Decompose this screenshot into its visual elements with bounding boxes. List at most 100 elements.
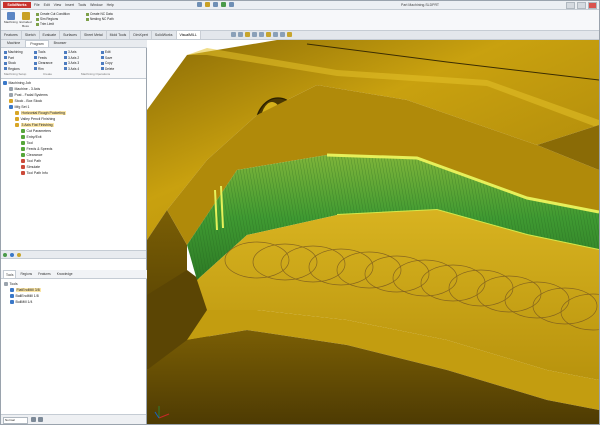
tab-solidworks[interactable]: SolidWorks [152, 31, 177, 39]
clearance-button[interactable]: Clearance [34, 61, 53, 66]
options-icon[interactable] [229, 2, 234, 7]
maximize-button[interactable] [577, 2, 586, 9]
menu-view[interactable]: View [54, 2, 62, 8]
rebuild-icon[interactable] [221, 2, 226, 7]
zoom-area-icon[interactable] [238, 32, 243, 37]
tree-node-label: Simulate [26, 165, 41, 169]
expand-icon[interactable] [17, 252, 22, 257]
group-label-operations: Machining Operations [81, 72, 111, 76]
machining-button[interactable]: Machining [4, 11, 18, 29]
title-bar: SolidWorks File Edit View Insert Tools W… [1, 1, 599, 10]
tab-sketch[interactable]: Sketch [22, 31, 40, 39]
zoom-fit-icon[interactable] [231, 32, 236, 37]
quick-access-toolbar [197, 2, 234, 7]
extruded-boss-button[interactable]: Extruded Boss [19, 11, 32, 29]
tab-features[interactable]: Features [36, 270, 53, 278]
command-manager-tabs: Features Sketch Evaluate Surfaces Sheet … [1, 31, 599, 40]
left-panel: Machine Program Browser Machining Part S… [1, 40, 148, 424]
view-orientation-icon[interactable] [259, 32, 264, 37]
refresh-icon[interactable] [3, 252, 7, 257]
tab-mold-tools[interactable]: Mold Tools [107, 31, 131, 39]
stock-button[interactable]: Stock [4, 61, 23, 66]
save-icon[interactable] [213, 2, 218, 7]
menu-insert[interactable]: Insert [65, 2, 74, 8]
heads-up-view-toolbar [231, 32, 292, 37]
tab-surfaces[interactable]: Surfaces [60, 31, 81, 39]
app-window: SolidWorks File Edit View Insert Tools W… [0, 0, 600, 425]
tab-machine[interactable]: Machine [3, 40, 24, 47]
nesting-nc-path-button[interactable]: Nesting NC Path [86, 17, 114, 21]
tree-node-label: Post - Fadal Systems [14, 93, 48, 97]
menu-window[interactable]: Window [90, 2, 102, 8]
menu-help[interactable]: Help [107, 2, 114, 8]
tree-node-icon [3, 81, 7, 85]
tab-visualmill[interactable]: VisualMILL [176, 31, 201, 39]
graphics-viewport[interactable] [147, 40, 599, 424]
close-button[interactable] [588, 2, 597, 9]
tree-node-label: Feeds & Speeds [26, 147, 53, 151]
tab-regions[interactable]: Regions [18, 270, 34, 278]
tree-node[interactable]: BullMill 1/4 [4, 299, 144, 305]
delete-button[interactable]: Delete [101, 67, 114, 72]
create-nc-data-button[interactable]: Create NC Data [86, 12, 114, 16]
regions-button[interactable]: Regions [4, 67, 23, 72]
ribbon-group-nc: Create NC Data Nesting NC Path [86, 12, 114, 21]
tools-tree: Tools FlatEndMill 3/8 BallEndMill 1/8 BullM… [4, 281, 144, 305]
tree-node-label: Cut Parameters [26, 129, 52, 133]
copy-button[interactable]: Copy [101, 61, 114, 66]
tree-node-icon [21, 135, 25, 139]
hide-show-icon[interactable] [273, 32, 278, 37]
tree-node-icon [9, 93, 13, 97]
axis-op-button-2[interactable]: 3 Axis 2 [64, 56, 79, 61]
part-button[interactable]: Part [4, 56, 23, 61]
axis-op-button-1[interactable]: 3 Axis [64, 50, 79, 55]
document-title: Part Machining.SLDPRT [401, 3, 440, 7]
menu-tools[interactable]: Tools [78, 2, 86, 8]
tree-node-icon [15, 117, 19, 121]
tree-node-icon [21, 171, 25, 175]
axis-op-button-4[interactable]: 3 Axis 4 [64, 67, 79, 72]
tree-node-label: FlatEndMill 3/8 [15, 288, 41, 292]
feeds-button[interactable]: Feeds [34, 56, 53, 61]
axis-op-button-3[interactable]: 3 Axis 3 [64, 61, 79, 66]
tab-tools[interactable]: Tools [3, 270, 17, 278]
search-icon[interactable] [31, 417, 36, 422]
operations-column: 3 Axis 3 Axis 2 3 Axis 3 3 Axis 4 [64, 50, 79, 71]
setup-column: Machining Part Stock Regions [4, 50, 23, 71]
sim-regions-button[interactable]: Sim Regions [36, 17, 70, 21]
appearance-icon[interactable] [280, 32, 285, 37]
new-icon[interactable] [197, 2, 202, 7]
part-model-view[interactable] [147, 40, 599, 424]
scene-icon[interactable] [287, 32, 292, 37]
tab-browser[interactable]: Browser [50, 40, 71, 47]
edit-button[interactable]: Edit [101, 50, 114, 55]
previous-view-icon[interactable] [245, 32, 250, 37]
menu-file[interactable]: File [34, 2, 40, 8]
section-view-icon[interactable] [252, 32, 257, 37]
tab-sheet-metal[interactable]: Sheet Metal [81, 31, 107, 39]
tree-node-icon [21, 165, 25, 169]
tools-button[interactable]: Tools [34, 50, 53, 55]
machining-button-small[interactable]: Machining [4, 50, 23, 55]
tree-node-label: Tools [9, 282, 18, 286]
menu-edit[interactable]: Edit [44, 2, 50, 8]
tree-node[interactable]: Tool Path Info [3, 170, 144, 176]
trim-limit-button[interactable]: Trim Limit [36, 22, 70, 26]
save-op-button[interactable]: Save [101, 56, 114, 61]
tree-node-label: Horizontal Rough Pocketing [20, 111, 66, 115]
tab-features[interactable]: Features [1, 31, 22, 39]
rim-button[interactable]: Rim [34, 67, 53, 72]
tab-evaluate[interactable]: Evaluate [40, 31, 61, 39]
status-field[interactable]: Normal [3, 417, 28, 424]
tree-node-icon [10, 288, 14, 292]
open-icon[interactable] [205, 2, 210, 7]
minimize-button[interactable] [566, 2, 575, 9]
tab-program[interactable]: Program [25, 40, 49, 47]
settings-icon[interactable] [38, 417, 43, 422]
create-cut-condition-button[interactable]: Create Cut Condition [36, 12, 70, 16]
display-style-icon[interactable] [266, 32, 271, 37]
tab-dimxpert[interactable]: DimXpert [130, 31, 152, 39]
machining-icon [6, 12, 15, 20]
filter-icon[interactable] [10, 252, 15, 257]
tab-knowledge[interactable]: Knowledge [55, 270, 75, 278]
